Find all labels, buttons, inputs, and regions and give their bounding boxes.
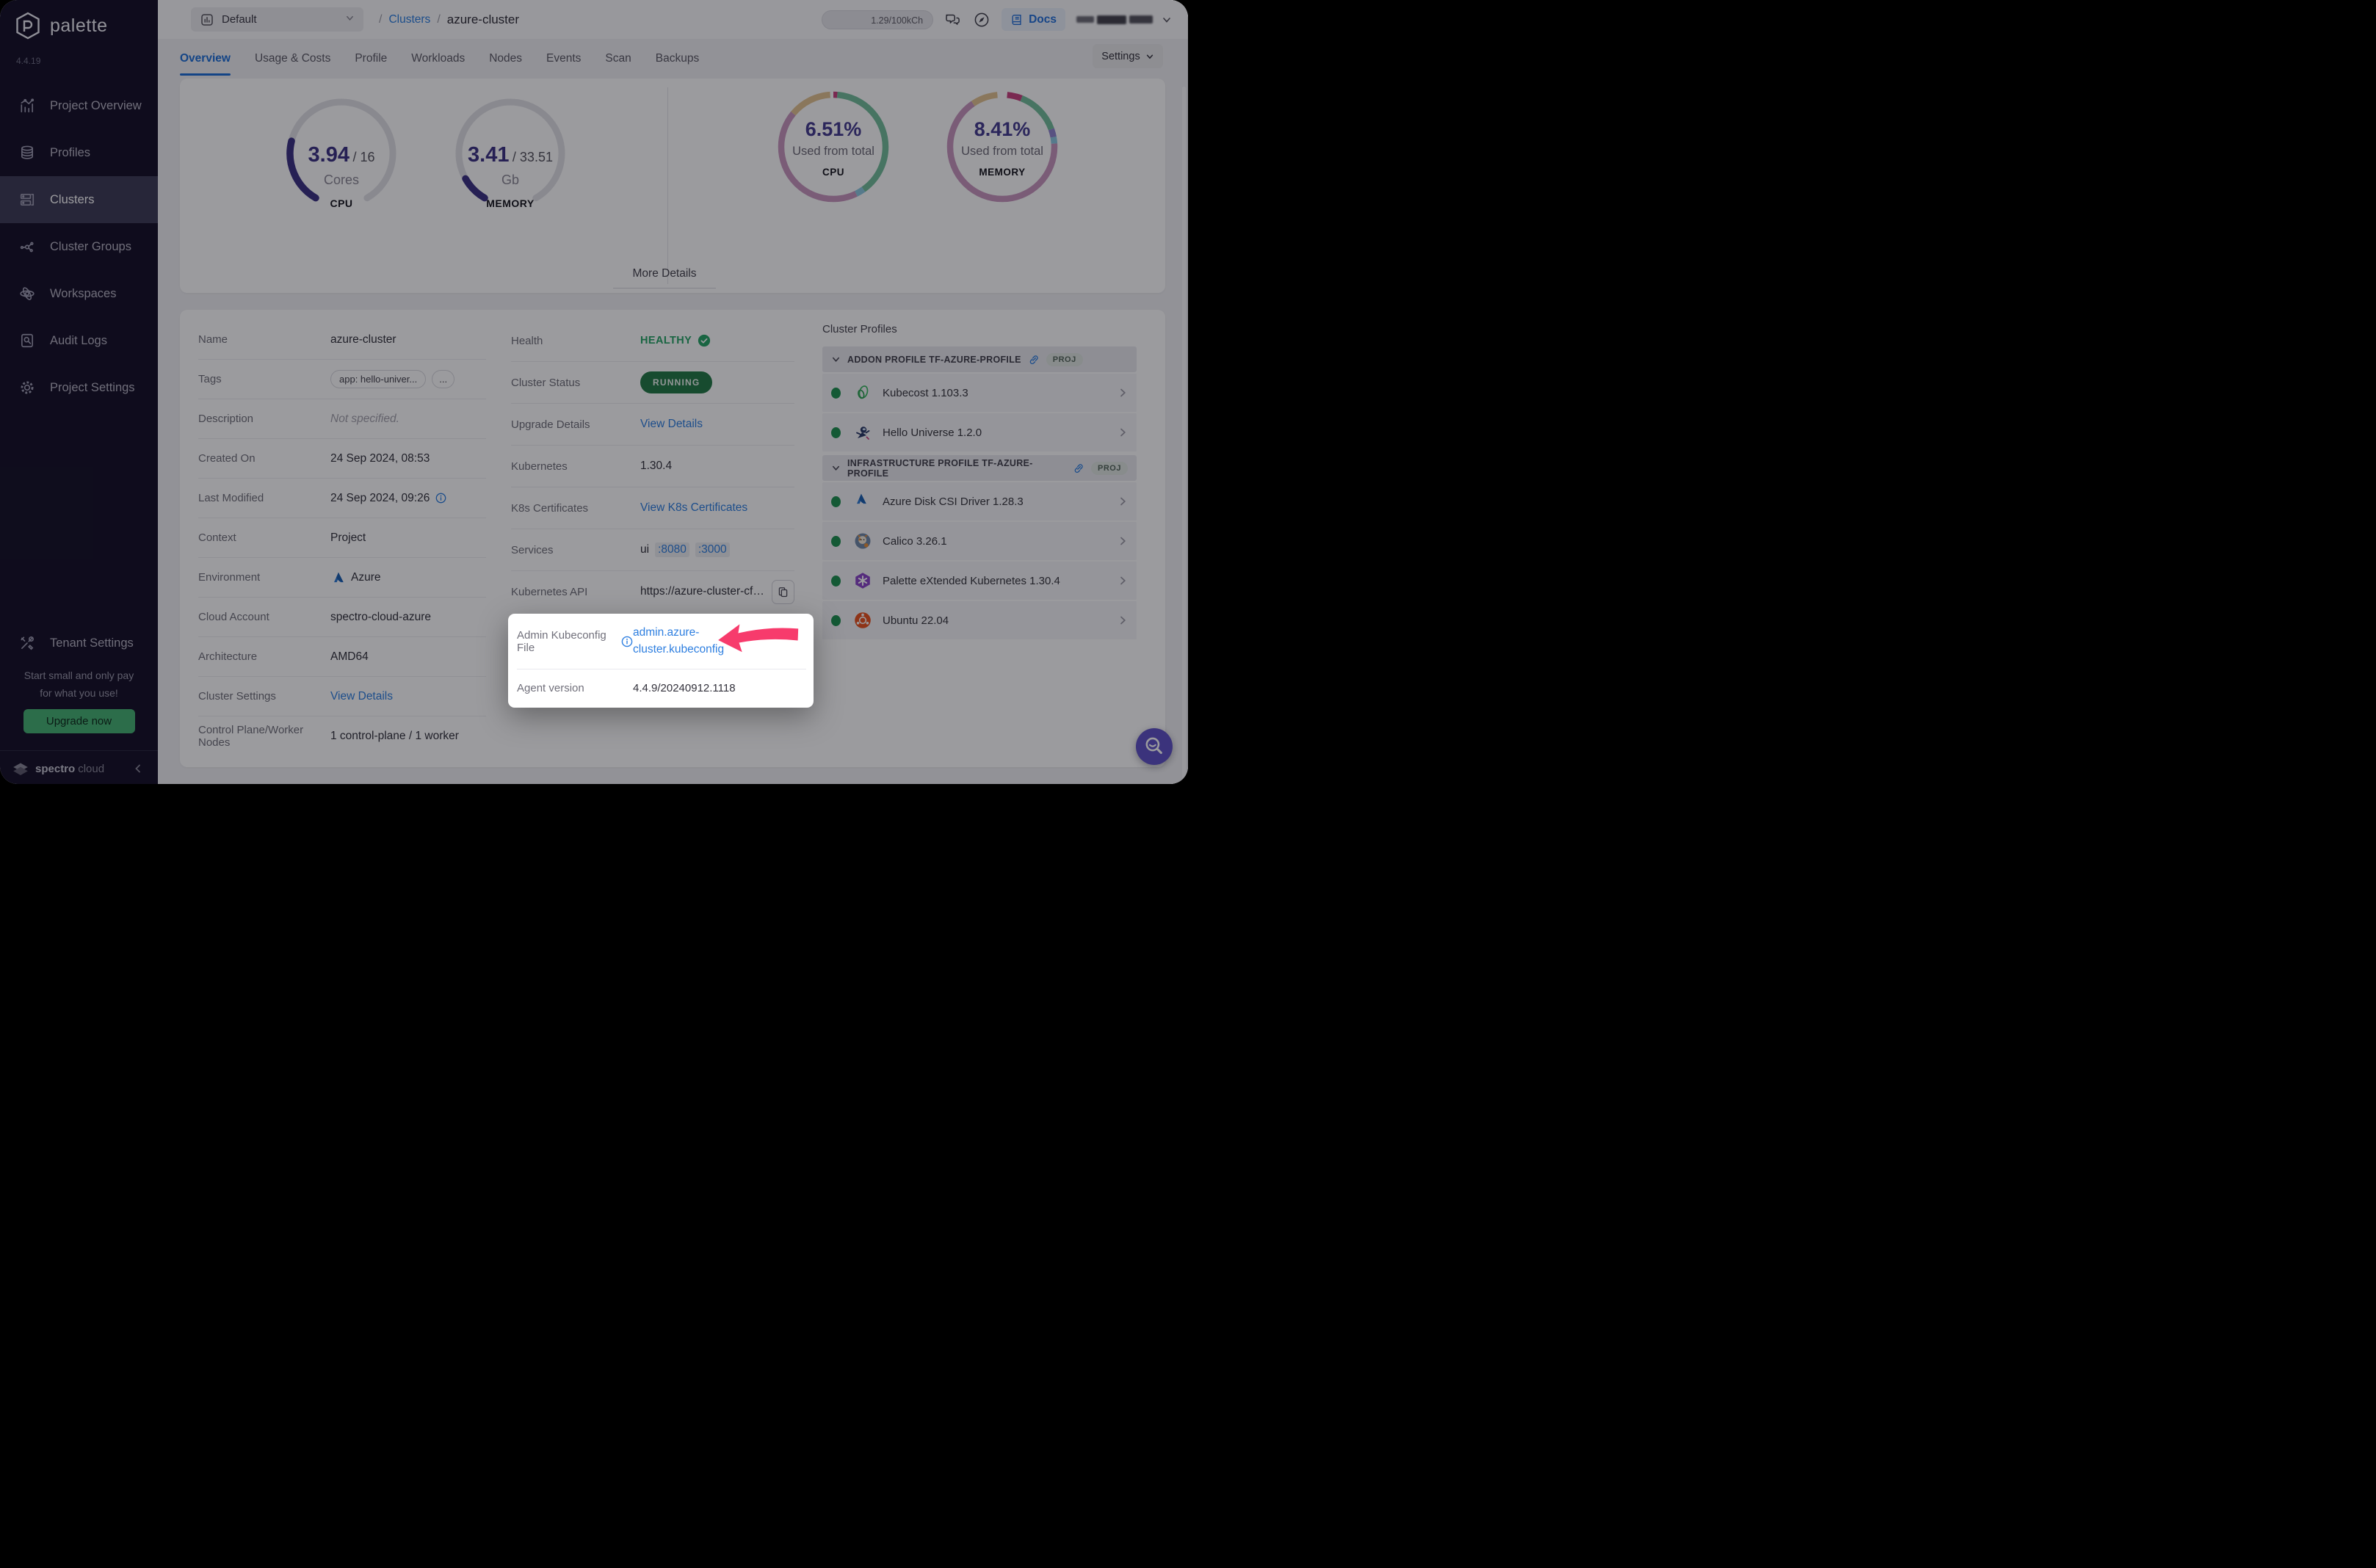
app-window: palette 4.4.19 Project Overview Profiles C… bbox=[0, 0, 1188, 784]
info-icon[interactable] bbox=[621, 636, 633, 647]
agent-version-label: Agent version bbox=[517, 681, 584, 694]
agent-version-value: 4.4.9/20240912.1118 bbox=[633, 681, 736, 694]
agent-version-row: Agent version 4.4.9/20240912.1118 bbox=[517, 669, 806, 706]
admin-kubeconfig-label: Admin Kubeconfig File bbox=[517, 629, 633, 654]
kubeconfig-download-link[interactable]: admin.azure-cluster.kubeconfig bbox=[633, 626, 724, 655]
